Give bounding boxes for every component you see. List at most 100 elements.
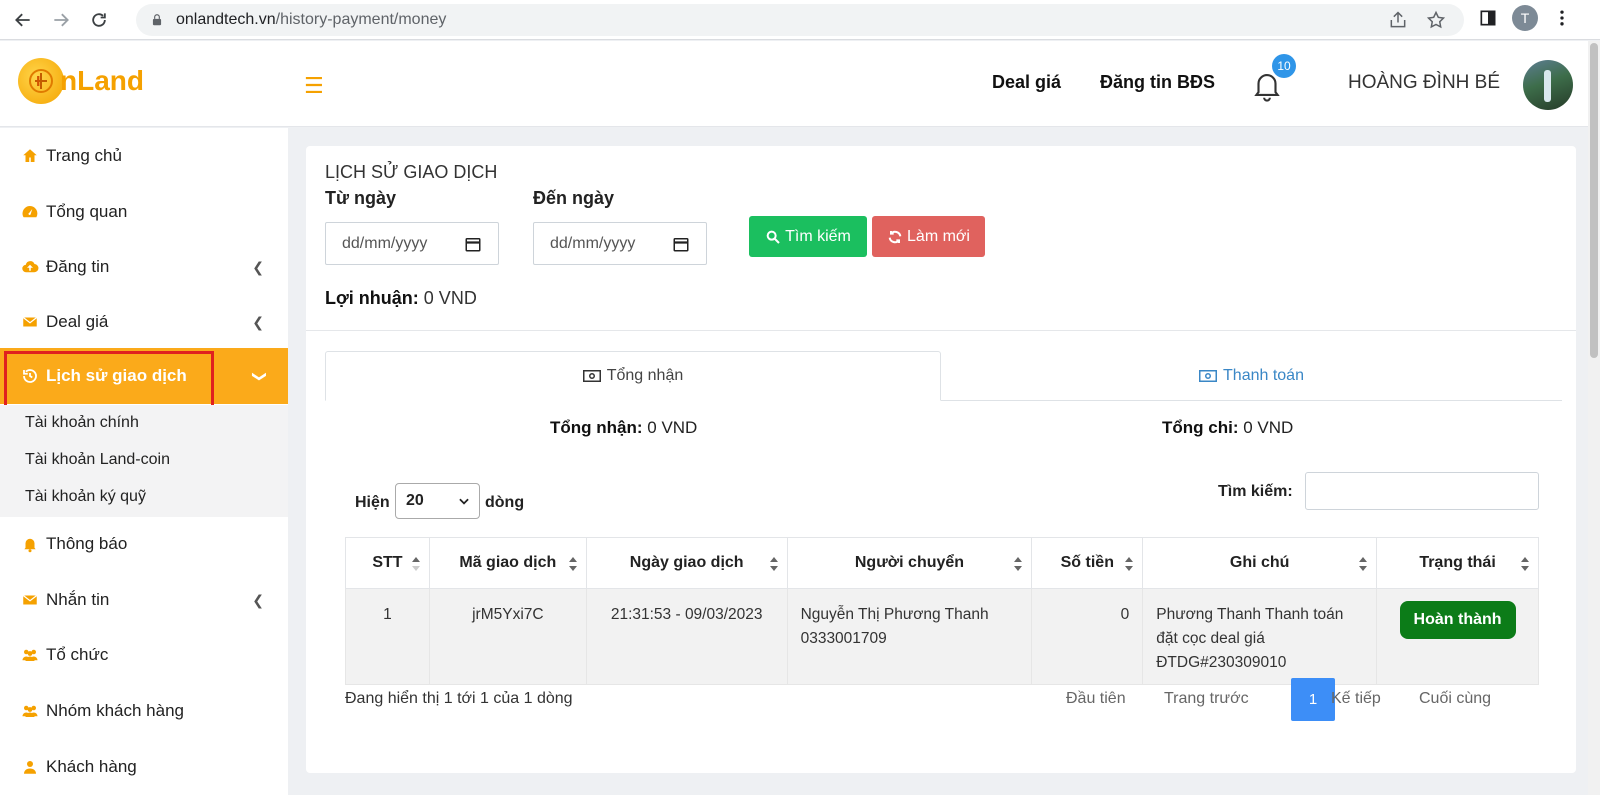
- money-bill-icon: [1199, 370, 1218, 382]
- sidebar-item-label: Tổ chức: [46, 645, 109, 664]
- money-bill-icon: [582, 370, 601, 382]
- calendar-icon[interactable]: [672, 235, 690, 253]
- to-date-input[interactable]: dd/mm/yyyy: [533, 222, 707, 265]
- sidebar-item-home[interactable]: Trang chủ: [0, 128, 288, 184]
- sidebar-item-notifications[interactable]: Thông báo: [0, 516, 288, 572]
- reload-icon[interactable]: [84, 5, 114, 35]
- bell-icon: [20, 534, 40, 554]
- dashboard-icon: [20, 202, 40, 222]
- calendar-icon[interactable]: [464, 235, 482, 253]
- sidebar-item-label: Khách hàng: [46, 757, 137, 776]
- to-date-label: Đến ngày: [533, 188, 615, 208]
- home-icon: [20, 146, 40, 166]
- sidebar-item-history[interactable]: Lịch sử giao dịch ❮: [0, 348, 288, 409]
- rows-per-page-select[interactable]: 20: [395, 483, 480, 519]
- sidebar-item-label: Deal giá: [46, 312, 109, 331]
- reset-button[interactable]: Làm mới: [872, 216, 985, 257]
- total-received-label: Tổng nhận:: [550, 418, 643, 437]
- pagination-page-current[interactable]: 1: [1291, 678, 1335, 721]
- logo[interactable]: l nLand: [18, 58, 144, 104]
- search-icon: [766, 230, 780, 244]
- cell-status: Hoàn thành: [1376, 588, 1539, 685]
- total-spent: Tổng chi: 0 VND: [1162, 418, 1293, 438]
- sort-icon: [411, 557, 420, 571]
- rows-suffix-label: dòng: [485, 494, 525, 511]
- sidebar-item-deal[interactable]: Deal giá ❮: [0, 294, 288, 350]
- column-header-amount[interactable]: Số tiền: [1031, 537, 1144, 589]
- table-search-input[interactable]: [1305, 472, 1539, 510]
- sidebar-item-overview[interactable]: Tổng quan: [0, 184, 288, 240]
- browser-toolbar: onlandtech.vn/history-payment/money T: [0, 0, 1600, 40]
- column-header-sender[interactable]: Người chuyển: [786, 537, 1033, 589]
- submenu-landcoin-account[interactable]: Tài khoản Land-coin: [25, 451, 170, 469]
- submenu-deposit-account[interactable]: Tài khoản ký quỹ: [25, 488, 146, 506]
- chevron-left-icon: ❮: [252, 313, 264, 330]
- from-date-input[interactable]: dd/mm/yyyy: [325, 222, 499, 265]
- sidebar-item-organization[interactable]: Tổ chức: [0, 627, 288, 683]
- users-icon: [20, 701, 40, 721]
- column-header-code[interactable]: Mã giao dịch: [428, 537, 587, 589]
- tab-label: Thanh toán: [1223, 367, 1304, 384]
- more-vert-icon[interactable]: [1552, 8, 1572, 28]
- note-line: đặt cọc deal giá: [1156, 630, 1265, 647]
- column-header-note[interactable]: Ghi chú: [1142, 537, 1378, 589]
- nav-deal-link[interactable]: Deal giá: [992, 72, 1061, 93]
- page-title: LỊCH SỬ GIAO DỊCH: [325, 162, 498, 182]
- sidebar-item-label: Nhóm khách hàng: [46, 701, 184, 720]
- share-icon[interactable]: [1388, 10, 1408, 30]
- tab-payment[interactable]: Thanh toán: [941, 351, 1562, 401]
- sidebar-item-label: Trang chủ: [46, 146, 122, 165]
- user-avatar[interactable]: [1523, 60, 1573, 110]
- profile-avatar[interactable]: T: [1512, 5, 1538, 31]
- nav-post-link[interactable]: Đăng tin BĐS: [1100, 72, 1215, 93]
- username[interactable]: HOÀNG ĐÌNH BÉ: [1348, 72, 1500, 94]
- table-info-text: Đang hiển thị 1 tới 1 của 1 dòng: [345, 690, 573, 707]
- tab-total-received[interactable]: Tổng nhận: [325, 351, 941, 401]
- sidebar-item-label: Lịch sử giao dịch: [46, 366, 187, 385]
- chevron-down-icon: [459, 498, 469, 505]
- side-panel-icon[interactable]: [1478, 8, 1498, 28]
- address-bar[interactable]: onlandtech.vn/history-payment/money: [136, 4, 1464, 36]
- star-icon[interactable]: [1426, 10, 1446, 30]
- envelope-icon: [20, 590, 40, 610]
- total-spent-label: Tổng chi:: [1162, 418, 1239, 437]
- sort-icon: [1359, 557, 1368, 571]
- cloud-upload-icon: [20, 257, 40, 277]
- column-header-label: Trạng thái: [1419, 554, 1496, 571]
- sidebar-item-customer-groups[interactable]: Nhóm khách hàng: [0, 683, 288, 739]
- sidebar-item-messages[interactable]: Nhắn tin ❮: [0, 572, 288, 628]
- pagination-last[interactable]: Cuối cùng: [1419, 690, 1491, 708]
- to-date-placeholder: dd/mm/yyyy: [550, 234, 636, 252]
- sidebar-item-label: Thông báo: [46, 534, 128, 553]
- cell-stt: 1: [345, 588, 430, 685]
- page-scrollbar-thumb[interactable]: [1590, 43, 1598, 358]
- sidebar-item-post[interactable]: Đăng tin ❮: [0, 239, 288, 295]
- lock-icon: [152, 14, 162, 26]
- hamburger-menu-icon[interactable]: ☰: [304, 73, 324, 99]
- profit-value: 0 VND: [423, 288, 477, 308]
- column-header-label: Người chuyển: [854, 554, 965, 571]
- cell-note: Phương Thanh Thanh toán đặt cọc deal giá…: [1142, 588, 1378, 685]
- logo-text: nLand: [60, 65, 144, 96]
- transaction-history-card: LỊCH SỬ GIAO DỊCH Từ ngày dd/mm/yyyy Đến…: [306, 146, 1576, 773]
- reset-button-label: Làm mới: [907, 227, 970, 245]
- pagination-prev[interactable]: Trang trước: [1164, 690, 1249, 708]
- search-button[interactable]: Tìm kiếm: [749, 216, 867, 257]
- column-header-label: Mã giao dịch: [459, 554, 557, 571]
- submenu-main-account[interactable]: Tài khoản chính: [25, 414, 139, 432]
- sort-icon: [1125, 557, 1134, 571]
- total-spent-value: 0 VND: [1243, 418, 1294, 437]
- column-header-label: STT: [372, 554, 403, 571]
- sidebar-item-customers[interactable]: Khách hàng: [0, 739, 288, 795]
- cell-amount: 0: [1031, 588, 1144, 685]
- pagination-next[interactable]: Kế tiếp: [1331, 690, 1381, 708]
- url-domain: onlandtech.vn: [176, 11, 276, 28]
- sort-icon: [1521, 557, 1529, 571]
- column-header-status[interactable]: Trạng thái: [1376, 537, 1539, 589]
- column-header-date[interactable]: Ngày giao dịch: [585, 537, 788, 589]
- back-icon[interactable]: [8, 5, 38, 35]
- forward-icon[interactable]: [46, 5, 76, 35]
- pagination-first[interactable]: Đầu tiên: [1066, 690, 1126, 708]
- note-line: Phương Thanh Thanh toán: [1156, 606, 1344, 623]
- column-header-stt[interactable]: STT: [345, 537, 430, 589]
